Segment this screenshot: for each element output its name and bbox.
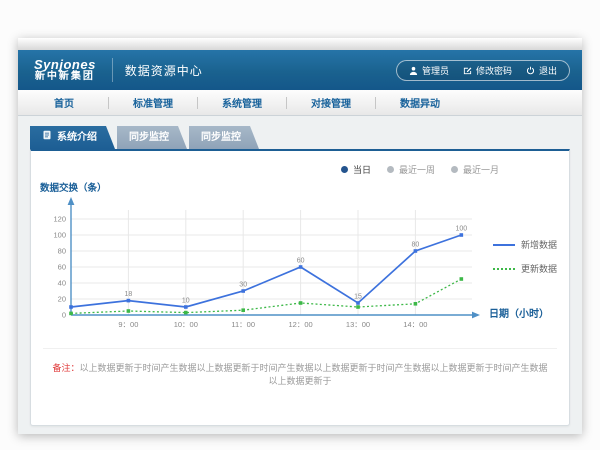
- footer-note: 备注：以上数据更新于时间产生数据以上数据更新于时间产生数据以上数据更新于时间产生…: [31, 349, 569, 387]
- legend-item-updated-data: 更新数据: [493, 262, 557, 275]
- svg-text:20: 20: [58, 295, 66, 304]
- radio-last-week[interactable]: 最近一周: [387, 163, 435, 176]
- radio-label: 当日: [353, 163, 371, 176]
- edit-icon: [463, 66, 472, 75]
- svg-text:10：00: 10：00: [174, 320, 198, 329]
- radio-dot-icon: [341, 166, 348, 173]
- radio-label: 最近一周: [399, 163, 435, 176]
- logo-company-name: 新中新集团: [34, 72, 96, 83]
- x-axis-title: 日期（小时）: [489, 305, 549, 320]
- svg-text:10: 10: [182, 298, 190, 305]
- tab-sync-monitor-1[interactable]: 同步监控: [117, 126, 187, 149]
- radio-dot-icon: [451, 166, 458, 173]
- radio-dot-icon: [387, 166, 394, 173]
- legend-item-new-data: 新增数据: [493, 238, 557, 251]
- svg-text:60: 60: [297, 258, 305, 265]
- line-chart: 0 20 40 60 80 100 120 9：00 10：00 11：00 12：00 13：00 1…: [37, 180, 569, 336]
- legend-label: 新增数据: [521, 238, 557, 251]
- svg-text:80: 80: [58, 247, 66, 256]
- svg-text:100: 100: [455, 226, 467, 233]
- svg-text:80: 80: [412, 242, 420, 249]
- svg-text:30: 30: [239, 282, 247, 289]
- main-nav: 首页 标准管理 系统管理 对接管理 数据异动: [18, 90, 582, 116]
- radio-last-month[interactable]: 最近一月: [451, 163, 499, 176]
- user-icon: [409, 66, 418, 75]
- svg-text:120: 120: [53, 215, 66, 224]
- svg-text:15: 15: [354, 294, 362, 301]
- change-password-label: 修改密码: [476, 64, 512, 77]
- page-background: Synjones 新中新集团 数据资源中心 管理员 修改密码 退出: [0, 0, 600, 450]
- logout-button[interactable]: 退出: [526, 64, 557, 77]
- radio-label: 最近一月: [463, 163, 499, 176]
- svg-text:14：00: 14：00: [403, 320, 427, 329]
- logo-wordmark: Synjones: [34, 58, 96, 72]
- time-range-options: 当日 最近一周 最近一月: [31, 151, 569, 176]
- svg-text:13：00: 13：00: [346, 320, 370, 329]
- radio-today[interactable]: 当日: [341, 163, 371, 176]
- chart-legend: 新增数据 更新数据: [493, 238, 557, 286]
- tab-label: 同步监控: [201, 132, 241, 143]
- tab-bar: 系统介绍 同步监控 同步监控: [30, 126, 570, 149]
- company-logo: Synjones 新中新集团: [30, 58, 100, 82]
- svg-text:数据交换（条）: 数据交换（条）: [39, 182, 107, 194]
- header-divider: [112, 58, 113, 82]
- change-password-button[interactable]: 修改密码: [463, 64, 512, 77]
- dotted-line-icon: [493, 268, 515, 270]
- svg-text:9：00: 9：00: [118, 320, 138, 329]
- note-label: 备注：: [52, 363, 79, 373]
- content-area: 系统介绍 同步监控 同步监控 当日 最近一周: [18, 116, 582, 434]
- svg-text:18: 18: [125, 291, 133, 298]
- current-user-button[interactable]: 管理员: [409, 64, 449, 77]
- svg-text:11：00: 11：00: [231, 320, 255, 329]
- svg-text:100: 100: [53, 231, 66, 240]
- tab-system-intro[interactable]: 系统介绍: [30, 126, 115, 149]
- chart-panel: 当日 最近一周 最近一月 0 20 40 60 80 100 120 9：00 10：00 11：…: [30, 149, 570, 426]
- document-icon: [42, 126, 52, 149]
- tab-label: 同步监控: [129, 132, 169, 143]
- note-text: 以上数据更新于时间产生数据以上数据更新于时间产生数据以上数据更新于时间产生数据以…: [80, 363, 548, 386]
- svg-text:12：00: 12：00: [289, 320, 313, 329]
- user-toolbar: 管理员 修改密码 退出: [396, 60, 570, 81]
- svg-text:40: 40: [58, 279, 66, 288]
- app-window: Synjones 新中新集团 数据资源中心 管理员 修改密码 退出: [18, 38, 582, 434]
- nav-item-home[interactable]: 首页: [20, 95, 108, 110]
- chart-canvas: 0 20 40 60 80 100 120 9：00 10：00 11：00 12：00 13：00 1…: [37, 180, 483, 332]
- app-header: Synjones 新中新集团 数据资源中心 管理员 修改密码 退出: [18, 50, 582, 90]
- page-title: 数据资源中心: [125, 62, 203, 79]
- power-icon: [526, 66, 535, 75]
- nav-item-data-change[interactable]: 数据异动: [376, 95, 464, 110]
- tab-sync-monitor-2[interactable]: 同步监控: [189, 126, 259, 149]
- svg-text:60: 60: [58, 263, 66, 272]
- window-top-strip: [18, 38, 582, 50]
- logout-label: 退出: [539, 64, 557, 77]
- nav-item-system-mgmt[interactable]: 系统管理: [198, 95, 286, 110]
- solid-line-icon: [493, 244, 515, 246]
- nav-item-integration-mgmt[interactable]: 对接管理: [287, 95, 375, 110]
- svg-text:0: 0: [62, 311, 66, 320]
- tab-label: 系统介绍: [57, 126, 97, 149]
- legend-label: 更新数据: [521, 262, 557, 275]
- current-user-label: 管理员: [422, 64, 449, 77]
- nav-item-standard-mgmt[interactable]: 标准管理: [109, 95, 197, 110]
